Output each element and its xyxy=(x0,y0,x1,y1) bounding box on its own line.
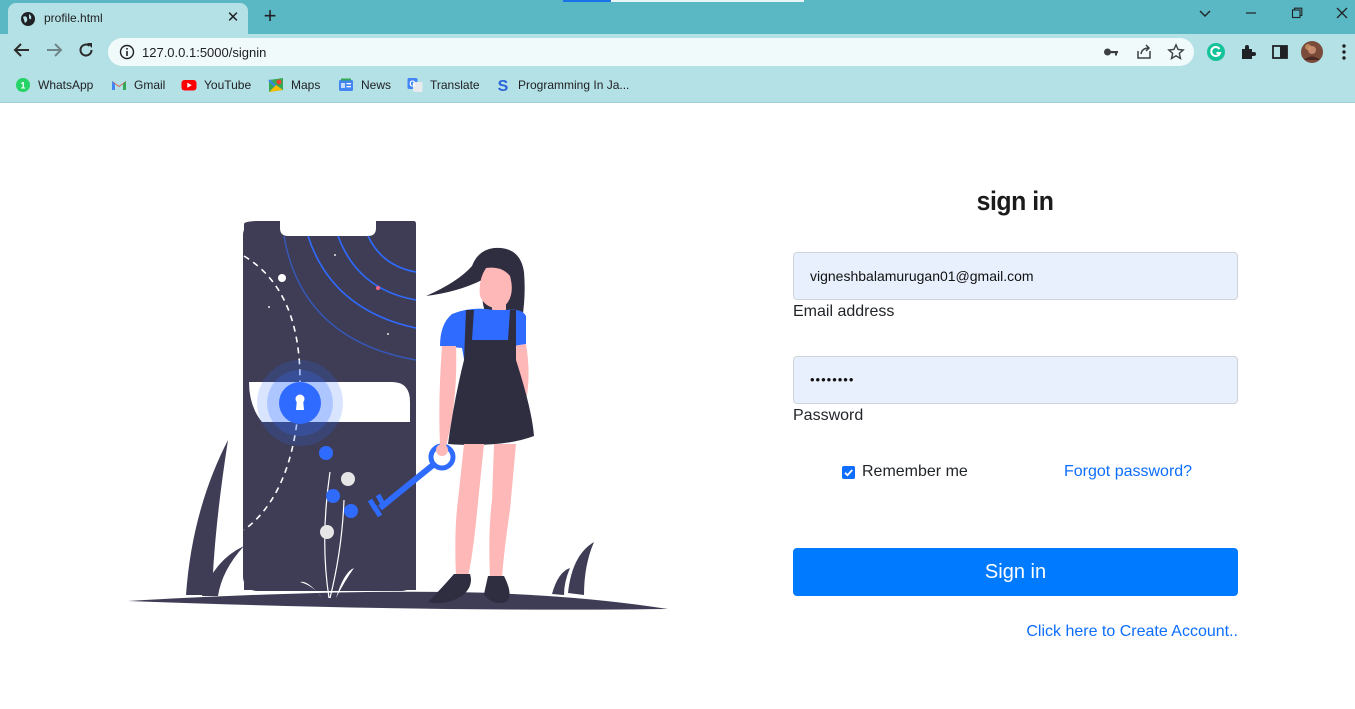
forward-icon[interactable] xyxy=(42,41,66,63)
gmail-icon xyxy=(112,81,126,90)
security-illustration xyxy=(128,221,668,610)
restore-icon[interactable] xyxy=(1283,4,1311,26)
extensions-puzzle-icon[interactable] xyxy=(1238,42,1258,62)
password-field[interactable]: •••••••• xyxy=(793,356,1238,404)
url-text[interactable]: 127.0.0.1:5000/signin xyxy=(142,45,266,60)
bookmark-gmail[interactable]: Gmail xyxy=(111,76,165,94)
news-icon xyxy=(339,78,353,91)
tab-close-icon[interactable]: ✕ xyxy=(224,9,242,27)
page-title: sign in xyxy=(976,186,1054,216)
programming-s-icon: S xyxy=(498,78,509,93)
profile-avatar-icon[interactable] xyxy=(1301,41,1323,63)
close-window-icon[interactable] xyxy=(1328,4,1355,26)
new-tab-icon[interactable]: + xyxy=(259,5,281,27)
tab-search-chevron-icon[interactable] xyxy=(1191,4,1219,26)
svg-text:S: S xyxy=(498,78,509,93)
more-menu-icon[interactable] xyxy=(1334,42,1354,62)
email-field[interactable]: vigneshbalamurugan01@gmail.com xyxy=(793,252,1238,300)
checkmark-icon xyxy=(844,468,853,476)
bookmark-label: Programming In Ja... xyxy=(518,78,630,92)
back-icon[interactable] xyxy=(10,41,34,63)
bookmark-news[interactable]: News xyxy=(338,76,391,94)
loading-indicator xyxy=(563,0,611,2)
bookmark-youtube[interactable]: YouTube xyxy=(181,76,251,94)
remember-me-checkbox[interactable] xyxy=(842,465,855,479)
password-label: Password xyxy=(793,407,864,424)
loading-indicator-track xyxy=(611,0,804,2)
maps-icon xyxy=(268,78,283,92)
email-label: Email address xyxy=(793,303,895,320)
create-account-link[interactable]: Click here to Create Account.. xyxy=(1026,623,1238,641)
browser-tab-strip: profile.html ✕ + xyxy=(0,0,1355,34)
bookmark-programming[interactable]: S Programming In Ja... xyxy=(495,76,630,94)
browser-tab-active[interactable]: profile.html ✕ xyxy=(8,3,248,34)
address-bar[interactable]: 127.0.0.1:5000/signin xyxy=(108,38,1194,66)
bookmark-label: Translate xyxy=(430,78,480,92)
browser-toolbar: 127.0.0.1:5000/signin xyxy=(0,34,1355,70)
reload-icon[interactable] xyxy=(74,41,98,63)
youtube-icon xyxy=(181,80,197,91)
share-icon[interactable] xyxy=(1135,43,1153,61)
svg-text:1: 1 xyxy=(20,81,25,91)
tab-title: profile.html xyxy=(44,11,103,25)
bookmark-label: WhatsApp xyxy=(38,78,94,92)
side-panel-icon[interactable] xyxy=(1270,42,1290,62)
translate-icon: G xyxy=(407,78,423,92)
grammarly-icon[interactable] xyxy=(1206,42,1226,62)
bookmark-label: News xyxy=(361,78,392,92)
remember-me-option[interactable]: Remember me xyxy=(842,463,968,481)
minimize-icon[interactable] xyxy=(1237,4,1265,26)
forgot-password-link[interactable]: Forgot password? xyxy=(1064,463,1192,481)
bookmark-star-icon[interactable] xyxy=(1167,43,1185,61)
globe-icon xyxy=(21,12,35,26)
bookmark-label: Maps xyxy=(291,78,321,92)
bookmark-label: YouTube xyxy=(204,78,252,92)
sign-in-button[interactable]: Sign in xyxy=(793,548,1238,596)
key-icon[interactable] xyxy=(1102,43,1120,61)
bookmarks-bar: 1 WhatsApp Gmail YouTube Maps News G Tra… xyxy=(0,70,1355,103)
svg-text:G: G xyxy=(409,80,415,89)
remember-me-label[interactable]: Remember me xyxy=(862,463,968,481)
bookmark-label: Gmail xyxy=(134,78,166,92)
bookmark-translate[interactable]: G Translate xyxy=(407,76,480,94)
site-info-icon[interactable] xyxy=(119,44,135,60)
bookmark-whatsapp[interactable]: 1 WhatsApp xyxy=(15,76,93,94)
bookmark-maps[interactable]: Maps xyxy=(268,76,320,94)
whatsapp-icon: 1 xyxy=(16,78,30,92)
